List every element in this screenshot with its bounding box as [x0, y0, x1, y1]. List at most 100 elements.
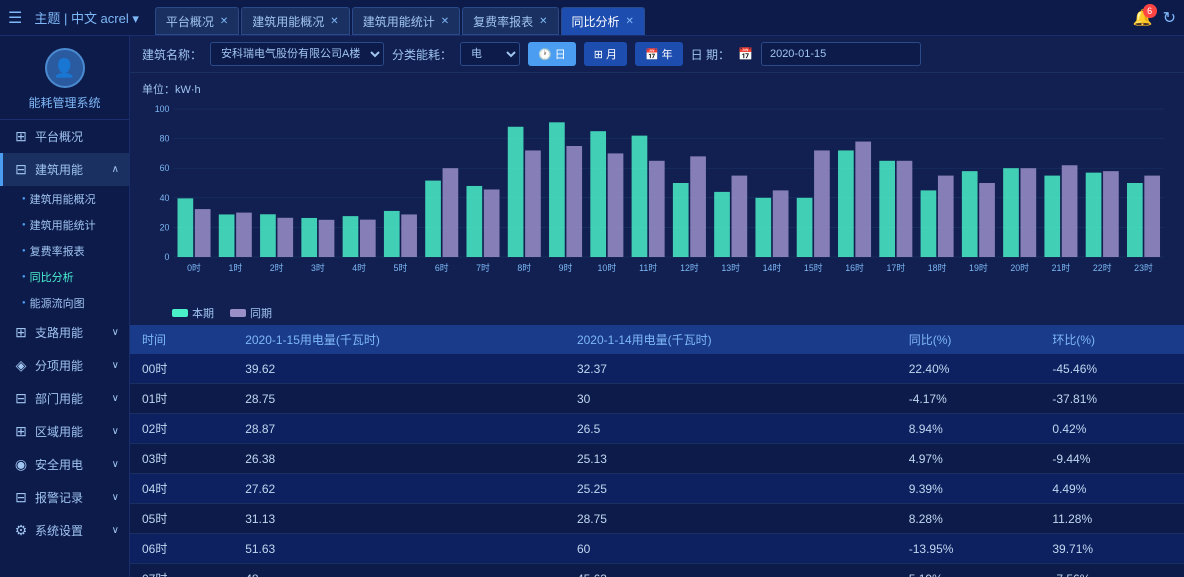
building-arrow: ∧: [112, 164, 119, 175]
table-cell: 30: [565, 384, 897, 414]
main-content: 建筑名称： 安科瑞电气股份有限公司A楼 分类能耗： 电 🕐 日 ⊞ 月 📅 年 …: [130, 36, 1184, 577]
topbar-right: 🔔6 ↻: [1133, 8, 1176, 28]
btn-year[interactable]: 📅 年: [635, 42, 683, 66]
table-cell: 03时: [130, 444, 233, 474]
tab-close-icon[interactable]: ✕: [330, 16, 338, 27]
toolbar: 建筑名称： 安科瑞电气股份有限公司A楼 分类能耗： 电 🕐 日 ⊞ 月 📅 年 …: [130, 36, 1184, 73]
svg-text:9时: 9时: [559, 262, 573, 273]
area-arrow: ∨: [112, 426, 119, 437]
table-cell: 05时: [130, 504, 233, 534]
svg-text:10时: 10时: [598, 262, 617, 273]
legend-prev-label: 同期: [250, 305, 272, 321]
legend-prev-color: [230, 309, 246, 317]
table-cell: 26.5: [565, 414, 897, 444]
btn-grid[interactable]: ⊞ 月: [584, 42, 627, 66]
tab-label: 建筑用能概况: [252, 13, 324, 30]
tab-close-icon[interactable]: ✕: [626, 16, 634, 27]
dept-icon: ⊟: [13, 391, 29, 407]
chart-container: 0204060801000时1时2时3时4时5时6时7时8时9时10时11时12…: [142, 101, 1172, 301]
svg-text:23时: 23时: [1134, 262, 1153, 273]
sidebar-item-dept-label: 部门用能: [35, 390, 83, 407]
building-select[interactable]: 安科瑞电气股份有限公司A楼: [210, 42, 384, 66]
tab-close-icon[interactable]: ✕: [539, 16, 547, 27]
notification-badge: 6: [1143, 4, 1157, 18]
svg-text:5时: 5时: [394, 262, 408, 273]
sidebar-item-circuit[interactable]: ⊞ 支路用能 ∨: [0, 316, 129, 349]
sidebar-item-area[interactable]: ⊞ 区域用能 ∨: [0, 415, 129, 448]
sidebar-sub-stats[interactable]: 建筑用能统计: [0, 212, 129, 238]
tab-平台概况[interactable]: 平台概况✕: [155, 7, 239, 35]
sidebar-item-safety[interactable]: ◉ 安全用电 ∨: [0, 448, 129, 481]
table-row: 02时28.8726.58.94%0.42%: [130, 414, 1184, 444]
btn-clock[interactable]: 🕐 日: [528, 42, 576, 66]
sub-stats-label: 建筑用能统计: [30, 217, 96, 233]
safety-arrow: ∨: [112, 459, 119, 470]
topbar: ☰ 主题 | 中文 acrel ▾ 平台概况✕建筑用能概况✕建筑用能统计✕复费率…: [0, 0, 1184, 36]
table-area[interactable]: 时间2020-1-15用电量(千瓦时)2020-1-14用电量(千瓦时)同比(%…: [130, 325, 1184, 577]
table-cell: 26.38: [233, 444, 565, 474]
avatar: 👤: [45, 48, 85, 88]
sidebar-sub-building: 建筑用能概况 建筑用能统计 复费率报表 同比分析 能源流向图: [0, 186, 129, 316]
bar-chart: 0204060801000时1时2时3时4时5时6时7时8时9时10时11时12…: [142, 101, 1172, 301]
sidebar-item-settings[interactable]: ⚙ 系统设置 ∨: [0, 514, 129, 547]
sidebar-item-dept[interactable]: ⊟ 部门用能 ∨: [0, 382, 129, 415]
table-cell: 45.63: [565, 564, 897, 577]
tabs-container: 平台概况✕建筑用能概况✕建筑用能统计✕复费率报表✕同比分析✕: [155, 0, 645, 35]
report-arrow: ∨: [112, 492, 119, 503]
svg-text:22时: 22时: [1093, 262, 1112, 273]
sidebar-user: 👤 能耗管理系统: [0, 36, 129, 120]
sidebar-sub-tariff[interactable]: 复费率报表: [0, 238, 129, 264]
sub-overview-label: 建筑用能概况: [30, 191, 96, 207]
tab-建筑用能概况[interactable]: 建筑用能概况 ✕: [241, 7, 349, 35]
date-input[interactable]: [761, 42, 921, 66]
table-cell: 4.97%: [897, 444, 1041, 474]
svg-text:15时: 15时: [804, 262, 823, 273]
table-cell: 04时: [130, 474, 233, 504]
sub-flow-label: 能源流向图: [30, 295, 85, 311]
svg-text:4时: 4时: [352, 262, 366, 273]
tab-复费率报表[interactable]: 复费率报表✕: [462, 7, 558, 35]
tab-label: 建筑用能统计: [363, 13, 435, 30]
menu-icon[interactable]: ☰: [8, 8, 22, 28]
svg-text:1时: 1时: [228, 262, 242, 273]
table-cell: -45.46%: [1040, 354, 1184, 384]
tab-close-icon[interactable]: ✕: [220, 16, 228, 27]
tab-label: 同比分析: [572, 13, 620, 30]
brand-label: 主题 | 中文 acrel ▾: [34, 8, 139, 27]
sidebar-item-platform-label: 平台概况: [35, 128, 83, 145]
tab-同比分析[interactable]: 同比分析 ✕: [561, 7, 645, 35]
table-row: 04时27.6225.259.39%4.49%: [130, 474, 1184, 504]
sidebar-item-submeter-label: 分项用能: [35, 357, 83, 374]
data-table: 时间2020-1-15用电量(千瓦时)2020-1-14用电量(千瓦时)同比(%…: [130, 325, 1184, 577]
notification-icon[interactable]: 🔔6: [1133, 8, 1153, 28]
sidebar-item-building[interactable]: ⊟ 建筑用能 ∧: [0, 153, 129, 186]
circuit-arrow: ∨: [112, 327, 119, 338]
svg-text:13时: 13时: [721, 262, 740, 273]
sidebar-item-submeter[interactable]: ◈ 分项用能 ∨: [0, 349, 129, 382]
sidebar-item-report[interactable]: ⊟ 报警记录 ∨: [0, 481, 129, 514]
sidebar-item-platform[interactable]: ⊞ 平台概况: [0, 120, 129, 153]
sidebar-sub-flow[interactable]: 能源流向图: [0, 290, 129, 316]
sidebar-item-settings-label: 系统设置: [35, 522, 83, 539]
table-cell: 39.62: [233, 354, 565, 384]
table-cell: 25.25: [565, 474, 897, 504]
submeter-icon: ◈: [13, 358, 29, 374]
tab-建筑用能统计[interactable]: 建筑用能统计 ✕: [352, 7, 460, 35]
circuit-icon: ⊞: [13, 325, 29, 341]
platform-icon: ⊞: [13, 129, 29, 145]
sidebar-sub-yoy[interactable]: 同比分析: [0, 264, 129, 290]
table-cell: 8.28%: [897, 504, 1041, 534]
svg-text:0时: 0时: [187, 262, 201, 273]
area-icon: ⊞: [13, 424, 29, 440]
svg-text:3时: 3时: [311, 262, 325, 273]
sidebar-sub-overview[interactable]: 建筑用能概况: [0, 186, 129, 212]
svg-text:0: 0: [165, 252, 170, 262]
category-label: 分类能耗：: [392, 46, 452, 63]
tab-close-icon[interactable]: ✕: [441, 16, 449, 27]
svg-text:100: 100: [155, 104, 170, 114]
refresh-icon[interactable]: ↻: [1163, 8, 1176, 28]
category-select[interactable]: 电: [460, 42, 520, 66]
table-cell: 51.63: [233, 534, 565, 564]
svg-text:20时: 20时: [1010, 262, 1029, 273]
table-row: 06时51.6360-13.95%39.71%: [130, 534, 1184, 564]
